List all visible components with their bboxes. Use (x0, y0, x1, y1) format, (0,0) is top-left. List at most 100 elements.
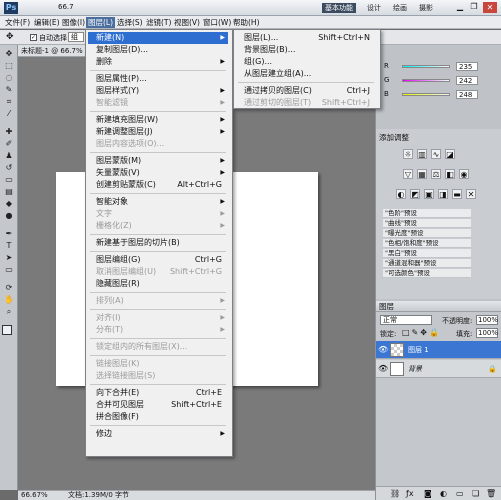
preset-black-white[interactable]: "黑白"预设 (383, 249, 471, 258)
new-group-icon[interactable]: ▭ (456, 489, 464, 498)
color-g-value[interactable]: 242 (456, 76, 478, 85)
opacity-value[interactable]: 100% (476, 315, 498, 325)
preset-channel-mixer[interactable]: "通道混和器"预设 (383, 259, 471, 268)
layer-menu-item-13[interactable]: 矢量蒙版(V) ▶ (88, 167, 228, 179)
layer-menu-item-9[interactable]: 新建调整图层(J) ▶ (88, 126, 228, 138)
zoom-icon[interactable]: ⌕ (3, 307, 15, 317)
workspace-design[interactable]: 设计 (364, 3, 384, 13)
restore-icon[interactable]: ❐ (468, 2, 480, 13)
lasso-icon[interactable]: ◌ (3, 73, 15, 83)
layer-menu-item-40[interactable]: 修边 ▶ (88, 428, 228, 440)
menu-window[interactable]: 窗口(W) (201, 17, 233, 28)
type-icon[interactable]: T (3, 241, 15, 251)
lock-icons[interactable]: □✎✥🔒 (402, 328, 441, 337)
marquee-icon[interactable]: ⬚ (3, 61, 15, 71)
layer-menu-item-16[interactable]: 智能对象 ▶ (88, 196, 228, 208)
eyedropper-icon[interactable]: ⁄ (3, 109, 15, 119)
workspace-photography[interactable]: 摄影 (416, 3, 436, 13)
color-b-value[interactable]: 248 (456, 90, 478, 99)
dodge-icon[interactable]: ● (3, 211, 15, 221)
history-brush-icon[interactable]: ↺ (3, 163, 15, 173)
menu-filter[interactable]: 滤镜(T) (144, 17, 173, 28)
preset-curves[interactable]: "曲线"预设 (383, 219, 471, 228)
layer-menu-item-1[interactable]: 复制图层(D)... (88, 44, 228, 56)
color-r-value[interactable]: 235 (456, 62, 478, 71)
layer-menu-item-38[interactable]: 拼合图像(F) (88, 411, 228, 423)
posterize-icon[interactable]: ▣ (424, 189, 434, 199)
3d-rotate-icon[interactable]: ⟳ (3, 283, 15, 293)
eraser-icon[interactable]: ▭ (3, 175, 15, 185)
workspace-essentials[interactable]: 基本功能 (322, 3, 356, 13)
channel-mixer-icon[interactable]: ◐ (396, 189, 406, 199)
new-submenu-item-0[interactable]: 图层(L)... Shift+Ctrl+N (236, 32, 376, 44)
preset-levels[interactable]: "色阶"预设 (383, 209, 471, 218)
black-white-icon[interactable]: ◧ (445, 169, 455, 179)
menu-image[interactable]: 图像(I) (60, 17, 87, 28)
add-mask-icon[interactable]: ◙ (424, 489, 432, 498)
foreground-color-swatch[interactable] (2, 325, 12, 335)
layer-menu-item-22[interactable]: 图层编组(G) Ctrl+G (88, 254, 228, 266)
menu-layer[interactable]: 图层(L) (86, 17, 116, 28)
layer-menu-item-5[interactable]: 图层样式(Y) ▶ (88, 85, 228, 97)
gradient-map-icon[interactable]: ▬ (452, 189, 462, 199)
move-tool-icon[interactable]: ✥ (6, 32, 14, 42)
menu-select[interactable]: 选择(S) (115, 17, 145, 28)
layers-tab[interactable]: 图层 (376, 301, 501, 312)
color-b-slider[interactable] (402, 93, 450, 96)
crop-icon[interactable]: ⌗ (3, 97, 15, 107)
new-submenu-item-5[interactable]: 通过拷贝的图层(C) Ctrl+J (236, 85, 376, 97)
layer-menu-item-12[interactable]: 图层蒙版(M) ▶ (88, 155, 228, 167)
hand-icon[interactable]: ✋ (3, 295, 15, 305)
new-submenu-item-2[interactable]: 组(G)... (236, 56, 376, 68)
layer-row-layer1[interactable]: 👁 图层 1 (376, 341, 501, 359)
preset-exposure[interactable]: "曝光度"预设 (383, 229, 471, 238)
preset-hue-saturation[interactable]: "色相/饱和度"预设 (383, 239, 471, 248)
menu-help[interactable]: 帮助(H) (231, 17, 262, 28)
hue-saturation-icon[interactable]: ▦ (417, 169, 427, 179)
zoom-level[interactable]: 66.7 (58, 3, 74, 11)
layer-style-icon[interactable]: ƒx (406, 489, 414, 498)
color-g-slider[interactable] (402, 79, 450, 82)
layer-menu-item-36[interactable]: 向下合并(E) Ctrl+E (88, 387, 228, 399)
close-icon[interactable]: ✕ (483, 2, 497, 13)
preset-selective-color[interactable]: "可选颜色"预设 (383, 269, 471, 278)
move-icon[interactable]: ✥ (3, 49, 15, 59)
shape-icon[interactable]: ▭ (3, 265, 15, 275)
visibility-eye-icon[interactable]: 👁 (378, 360, 388, 378)
layer-menu-item-37[interactable]: 合并可见图层 Shift+Ctrl+E (88, 399, 228, 411)
color-r-slider[interactable] (402, 65, 450, 68)
menu-edit[interactable]: 编辑(E) (32, 17, 62, 28)
workspace-painting[interactable]: 绘画 (390, 3, 410, 13)
invert-icon[interactable]: ◩ (410, 189, 420, 199)
selective-color-icon[interactable]: ✕ (466, 189, 476, 199)
autoselect-checkbox[interactable]: ✓ (30, 34, 37, 41)
vibrance-icon[interactable]: ▽ (403, 169, 413, 179)
new-layer-icon[interactable]: ❏ (472, 489, 479, 498)
layer-row-background[interactable]: 👁 背景 🔒 (376, 360, 501, 378)
levels-icon[interactable]: ▥ (417, 149, 427, 159)
adjustment-layer-icon[interactable]: ◐ (440, 489, 447, 498)
photo-filter-icon[interactable]: ◉ (459, 169, 469, 179)
layer-menu-item-2[interactable]: 删除 ▶ (88, 56, 228, 68)
path-select-icon[interactable]: ➤ (3, 253, 15, 263)
quick-select-icon[interactable]: ✎ (3, 85, 15, 95)
layer-menu-item-24[interactable]: 隐藏图层(R) (88, 278, 228, 290)
menu-view[interactable]: 视图(V) (172, 17, 202, 28)
new-submenu-item-3[interactable]: 从图层建立组(A)... (236, 68, 376, 80)
layer-menu-item-8[interactable]: 新建填充图层(W) ▶ (88, 114, 228, 126)
pen-icon[interactable]: ✒ (3, 229, 15, 239)
link-layers-icon[interactable]: ⛓ (390, 489, 400, 498)
new-submenu-item-1[interactable]: 背景图层(B)... (236, 44, 376, 56)
color-balance-icon[interactable]: ⚖ (431, 169, 441, 179)
layer-menu-item-0[interactable]: 新建(N) ▶ (88, 32, 228, 44)
brush-icon[interactable]: ✐ (3, 139, 15, 149)
layer-menu-item-4[interactable]: 图层属性(P)... (88, 73, 228, 85)
gradient-icon[interactable]: ▤ (3, 187, 15, 197)
autoselect-target-select[interactable]: 组 (68, 32, 84, 42)
menu-file[interactable]: 文件(F) (3, 17, 32, 28)
blur-icon[interactable]: ◆ (3, 199, 15, 209)
minimize-icon[interactable]: ▁ (454, 2, 466, 13)
visibility-eye-icon[interactable]: 👁 (378, 341, 388, 359)
healing-brush-icon[interactable]: ✚ (3, 127, 15, 137)
threshold-icon[interactable]: ◨ (438, 189, 448, 199)
